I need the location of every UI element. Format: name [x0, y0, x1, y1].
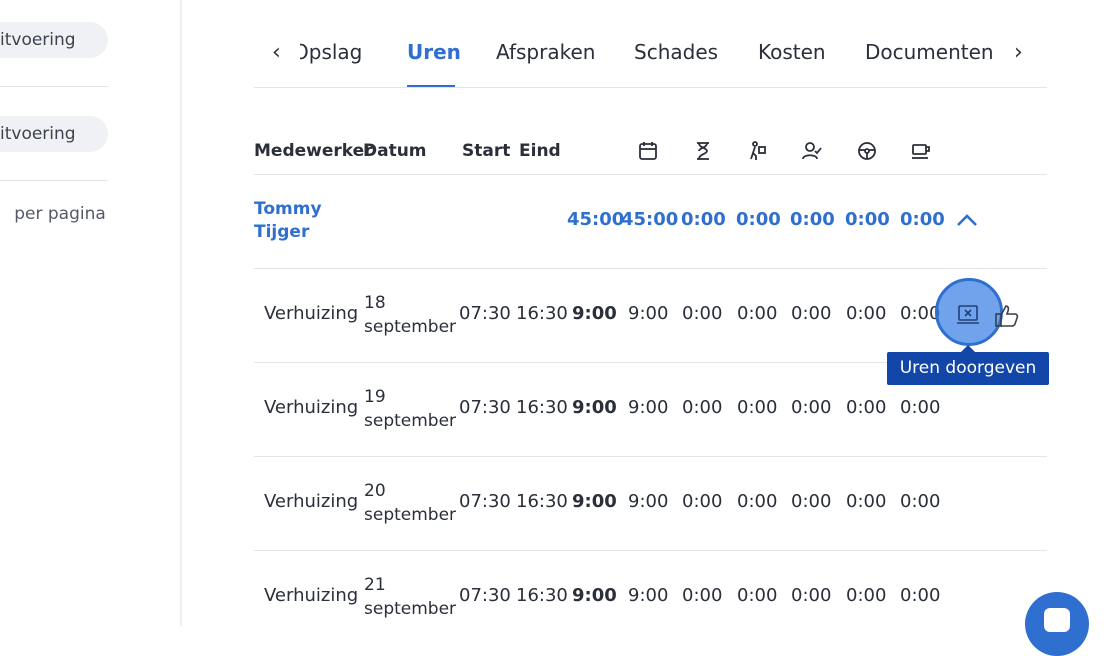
group-total-6: 0:00	[845, 209, 890, 230]
tooltip-submit-hours: Uren doorgeven	[887, 345, 1049, 385]
row-end: 16:30	[516, 303, 568, 324]
row-v1: 9:00	[628, 397, 669, 418]
row-activity: Verhuizing	[264, 303, 359, 324]
tab-opslag-clip: Opslag	[300, 30, 372, 76]
col-medewerker[interactable]: Medewerker	[254, 141, 373, 161]
row-v5: 0:00	[846, 397, 887, 418]
employee-group-name[interactable]: Tommy Tijger	[254, 198, 364, 244]
user-check-icon	[801, 140, 823, 162]
row-v4: 0:00	[791, 585, 832, 606]
sidebar-item-label: itvoering	[0, 124, 76, 144]
row-v5: 0:00	[846, 491, 887, 512]
chevron-left-icon[interactable]: ‹	[272, 42, 281, 64]
submit-hours-icon[interactable]	[955, 303, 981, 327]
tabs-divider	[254, 87, 1047, 88]
row-divider	[254, 268, 1047, 269]
calendar-icon	[637, 140, 659, 162]
row-total: 9:00	[572, 397, 617, 418]
row-activity: Verhuizing	[264, 491, 359, 512]
row-divider	[254, 456, 1047, 457]
coffee-cup-icon	[910, 140, 932, 162]
row-v3: 0:00	[737, 585, 778, 606]
row-date-day: 18	[364, 293, 386, 313]
sidebar-border	[180, 0, 182, 626]
sidebar-divider	[0, 86, 108, 87]
row-v3: 0:00	[737, 491, 778, 512]
tab-opslag[interactable]: Opslag	[300, 40, 362, 64]
travel-icon	[747, 140, 769, 162]
row-v1: 9:00	[628, 585, 669, 606]
row-end: 16:30	[516, 397, 568, 418]
row-total: 9:00	[572, 303, 617, 324]
row-start: 07:30	[459, 303, 511, 324]
tab-documenten[interactable]: Documenten	[865, 40, 994, 64]
per-page-label: per pagina	[14, 204, 106, 224]
row-v4: 0:00	[791, 303, 832, 324]
col-eind[interactable]: Eind	[519, 141, 561, 161]
tab-afspraken[interactable]: Afspraken	[496, 40, 595, 64]
row-start: 07:30	[459, 491, 511, 512]
steering-wheel-icon	[856, 140, 878, 162]
chevron-right-icon[interactable]: ›	[1014, 42, 1023, 64]
group-total-3: 0:00	[681, 209, 726, 230]
row-v6: 0:00	[900, 491, 941, 512]
row-date-month: september	[364, 411, 457, 431]
sidebar-item-label: itvoering	[0, 30, 76, 50]
row-v6: 0:00	[900, 397, 941, 418]
group-total-1: 45:00	[567, 209, 625, 230]
row-date-day: 21	[364, 575, 386, 595]
row-v1: 9:00	[628, 303, 669, 324]
group-total-5: 0:00	[790, 209, 835, 230]
sidebar-item-uitvoering-2[interactable]: itvoering	[0, 116, 108, 152]
row-date-month: september	[364, 317, 457, 337]
row-date-month: september	[364, 599, 457, 619]
group-total-4: 0:00	[736, 209, 781, 230]
row-v3: 0:00	[737, 303, 778, 324]
tab-kosten[interactable]: Kosten	[758, 40, 826, 64]
chat-button[interactable]	[1025, 592, 1089, 656]
row-v3: 0:00	[737, 397, 778, 418]
row-end: 16:30	[516, 585, 568, 606]
sidebar-divider	[0, 180, 108, 181]
row-total: 9:00	[572, 585, 617, 606]
hourglass-icon	[692, 140, 714, 162]
row-v4: 0:00	[791, 491, 832, 512]
group-total-7: 0:00	[900, 209, 945, 230]
row-v2: 0:00	[682, 397, 723, 418]
row-divider	[254, 550, 1047, 551]
row-v2: 0:00	[682, 491, 723, 512]
col-start[interactable]: Start	[462, 141, 510, 161]
thumbs-up-icon[interactable]	[994, 303, 1020, 329]
row-v5: 0:00	[846, 303, 887, 324]
row-v5: 0:00	[846, 585, 887, 606]
col-datum[interactable]: Datum	[363, 141, 427, 161]
row-date-day: 20	[364, 481, 386, 501]
row-v1: 9:00	[628, 491, 669, 512]
chevron-down-icon: ›	[0, 204, 1, 224]
group-total-2: 45:00	[621, 209, 679, 230]
tab-uren[interactable]: Uren	[407, 40, 461, 64]
chevron-up-icon[interactable]	[955, 208, 979, 232]
sidebar-item-uitvoering-1[interactable]: itvoering	[0, 22, 108, 58]
row-start: 07:30	[459, 585, 511, 606]
row-end: 16:30	[516, 491, 568, 512]
row-v2: 0:00	[682, 303, 723, 324]
row-total: 9:00	[572, 491, 617, 512]
header-divider	[254, 174, 1047, 175]
row-start: 07:30	[459, 397, 511, 418]
row-date-month: september	[364, 505, 457, 525]
row-v2: 0:00	[682, 585, 723, 606]
row-v6: 0:00	[900, 585, 941, 606]
tab-schades[interactable]: Schades	[634, 40, 718, 64]
row-activity: Verhuizing	[264, 585, 359, 606]
row-v4: 0:00	[791, 397, 832, 418]
per-page-selector[interactable]: › per pagina	[0, 204, 106, 224]
row-date-day: 19	[364, 387, 386, 407]
row-activity: Verhuizing	[264, 397, 359, 418]
